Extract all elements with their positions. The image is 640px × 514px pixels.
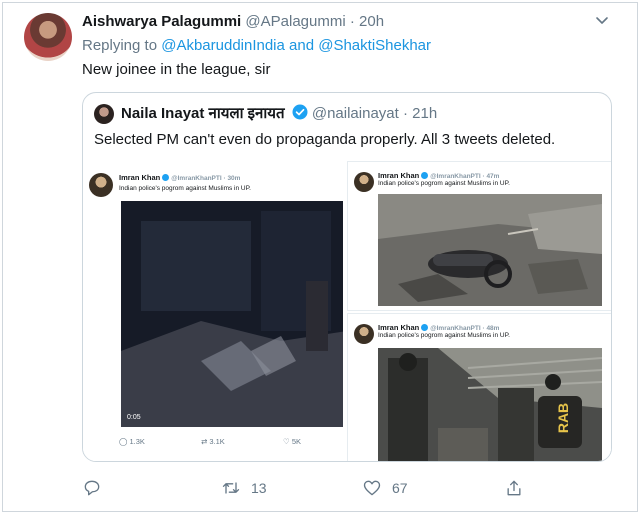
retweet-button[interactable]: 13	[221, 478, 267, 498]
mini-text: Indian police's pogrom against Muslims i…	[119, 185, 251, 192]
share-button[interactable]	[504, 478, 524, 498]
reply-and[interactable]: and	[289, 37, 314, 54]
debris-scene	[378, 194, 602, 306]
tweet-header: Aishwarya Palagummi @APalagummi · 20h	[82, 13, 384, 30]
quoted-text: Selected PM can't even do propaganda pro…	[94, 131, 556, 148]
mini-stats: ◯ 1.3K ⇄ 3.1K ♡ 5K	[119, 437, 301, 446]
handle[interactable]: @APalagummi	[245, 13, 345, 30]
photo-police[interactable]: RAB	[378, 348, 602, 461]
quoted-separator: ·	[402, 105, 408, 122]
mini-avatar	[89, 173, 113, 197]
retweet-count: 13	[251, 480, 267, 496]
replying-prefix: Replying to	[82, 37, 158, 54]
video-time: 0:05	[127, 414, 141, 421]
quoted-handle: @nailainayat	[311, 105, 399, 122]
quoted-timestamp: 21h	[412, 105, 438, 122]
action-bar: 13 67	[0, 478, 640, 502]
like-icon	[363, 480, 381, 496]
screenshot-right[interactable]: Imran Khan @ImranKhanPTI · 47m Indian pol…	[347, 161, 611, 461]
retweet-icon	[222, 482, 240, 494]
mini-avatar	[354, 324, 374, 344]
mini-name: Imran Khan @ImranKhanPTI · 30m	[119, 173, 241, 182]
mini-name: Imran Khan @ImranKhanPTI · 48m	[378, 323, 500, 332]
display-name[interactable]: Aishwarya Palagummi	[82, 13, 241, 30]
screenshot-left[interactable]: Imran Khan @ImranKhanPTI · 30m Indian pol…	[83, 161, 345, 461]
timestamp[interactable]: 20h	[359, 13, 384, 30]
quoted-display-name: Naila Inayat नायला इनायत	[121, 105, 285, 122]
replying-to: Replying to @AkbaruddinIndia and @Shakti…	[82, 37, 431, 54]
reply-button[interactable]	[82, 478, 112, 498]
mini-name: Imran Khan @ImranKhanPTI · 47m	[378, 171, 500, 180]
like-count: 67	[392, 480, 408, 496]
video-scene	[121, 201, 343, 427]
quoted-header: Naila Inayat नायला इनायत @nailainayat · …	[121, 103, 437, 123]
quoted-avatar	[94, 104, 114, 124]
avatar[interactable]	[24, 13, 72, 61]
chevron-down-icon[interactable]	[594, 12, 610, 28]
reply-handle-link[interactable]: @AkbaruddinIndia	[161, 37, 285, 54]
shield-text: RAB	[555, 402, 572, 434]
mini-text: Indian police's pogrom against Muslims i…	[378, 332, 510, 339]
reply-icon	[84, 480, 100, 496]
mini-avatar	[354, 172, 374, 192]
reply-handle-link[interactable]: @ShaktiShekhar	[318, 37, 431, 54]
video-frame[interactable]: 0:05	[121, 201, 343, 427]
quoted-tweet[interactable]: Naila Inayat नायला इनायत @nailainayat · …	[82, 92, 612, 462]
verified-badge-icon	[292, 104, 308, 120]
share-icon	[507, 480, 521, 496]
mini-text: Indian police's pogrom against Muslims i…	[378, 180, 510, 187]
like-button[interactable]: 67	[362, 478, 408, 498]
tweet-text: New joinee in the league, sir	[82, 61, 271, 78]
photo-debris[interactable]	[378, 194, 602, 306]
separator: ·	[349, 13, 355, 30]
screenshot-top-right[interactable]: Imran Khan @ImranKhanPTI · 47m Indian pol…	[347, 161, 611, 311]
screenshot-bottom-right[interactable]: Imran Khan @ImranKhanPTI · 48m Indian pol…	[347, 313, 611, 461]
